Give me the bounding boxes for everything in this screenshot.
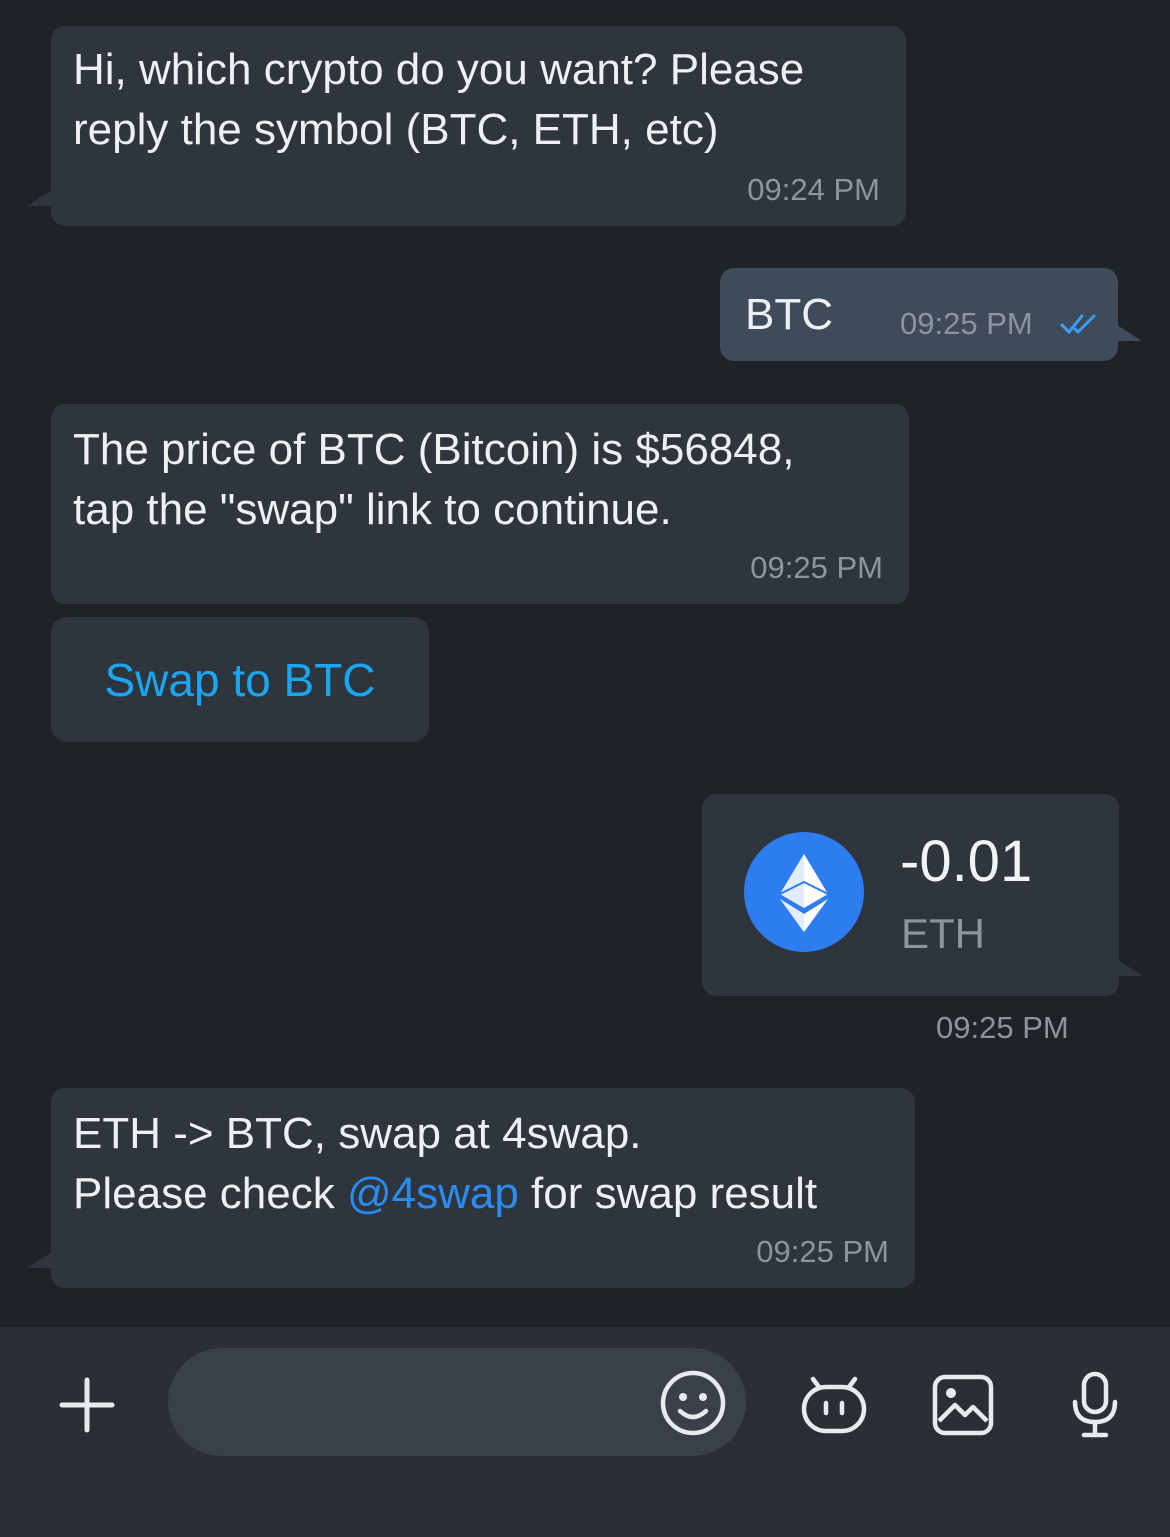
message-text: Hi, which crypto do you want? Please rep…	[73, 40, 804, 160]
incoming-message[interactable]: The price of BTC (Bitcoin) is $56848, ta…	[51, 404, 909, 604]
transfer-time: 09:25 PM	[936, 1010, 1069, 1045]
message-text: BTC	[745, 290, 833, 339]
input-bar	[0, 1327, 1170, 1537]
bubble-tail	[1115, 958, 1143, 976]
message-line: reply the symbol (BTC, ETH, etc)	[73, 105, 719, 154]
message-line: tap the "swap" link to continue.	[73, 485, 672, 534]
bot-icon[interactable]	[798, 1370, 870, 1442]
button-label: Swap to BTC	[104, 653, 376, 706]
plus-icon[interactable]	[54, 1372, 120, 1438]
ethereum-icon	[744, 832, 864, 952]
swap-to-btc-button[interactable]: Swap to BTC	[51, 617, 429, 742]
transfer-amount: -0.01	[900, 829, 1033, 894]
message-line: Hi, which crypto do you want? Please	[73, 45, 805, 94]
message-line: Please check @4swap for swap result	[73, 1164, 817, 1224]
text-span: Please check	[73, 1169, 347, 1218]
transfer-symbol: ETH	[901, 910, 985, 957]
emoji-icon[interactable]	[658, 1368, 728, 1438]
microphone-icon[interactable]	[1062, 1367, 1128, 1443]
transfer-card[interactable]: -0.01 ETH	[702, 794, 1143, 996]
mention-link[interactable]: @4swap	[347, 1169, 519, 1218]
message-text: The price of BTC (Bitcoin) is $56848, ta…	[73, 420, 794, 540]
message-time: 09:24 PM	[747, 172, 880, 207]
double-check-icon	[1060, 314, 1096, 335]
message-time: 09:25 PM	[900, 306, 1033, 341]
image-icon[interactable]	[928, 1370, 998, 1440]
bubble-tail	[1114, 323, 1142, 341]
incoming-message[interactable]: ETH -> BTC, swap at 4swap. Please check …	[27, 1088, 915, 1288]
message-text: ETH -> BTC, swap at 4swap. Please check …	[73, 1104, 817, 1224]
message-time: 09:25 PM	[750, 550, 883, 585]
message-line: The price of BTC (Bitcoin) is $56848,	[73, 425, 795, 474]
message-input[interactable]	[168, 1348, 746, 1456]
outgoing-message[interactable]: BTC 09:25 PM	[720, 268, 1142, 361]
bubble-tail	[27, 188, 55, 206]
chat-area[interactable]: Hi, which crypto do you want? Please rep…	[0, 0, 1170, 1327]
bubble-tail	[27, 1250, 55, 1268]
message-time: 09:25 PM	[756, 1234, 889, 1269]
message-line: ETH -> BTC, swap at 4swap.	[73, 1109, 642, 1158]
incoming-message[interactable]: Hi, which crypto do you want? Please rep…	[27, 26, 906, 226]
text-span: for swap result	[518, 1169, 818, 1218]
